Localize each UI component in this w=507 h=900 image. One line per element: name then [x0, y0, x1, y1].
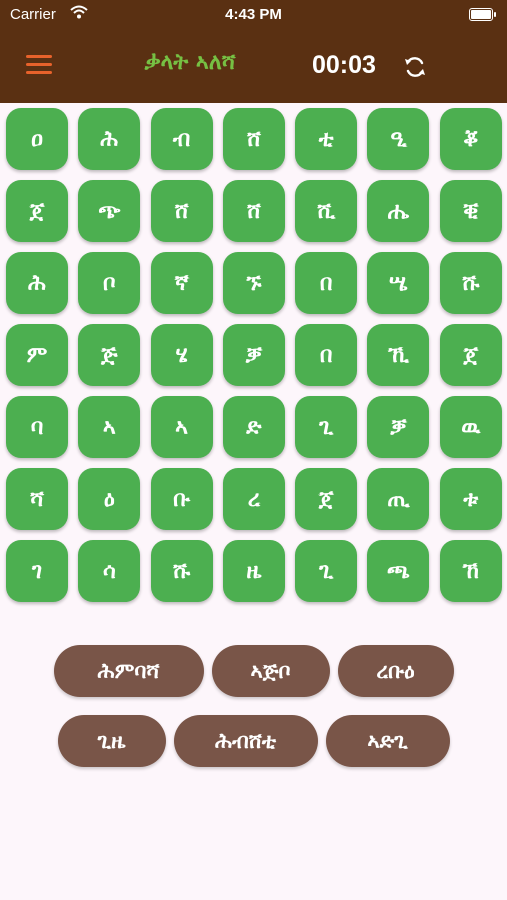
letter-tile[interactable]: ዐ — [6, 108, 68, 170]
battery-icon — [469, 8, 496, 21]
letter-tile[interactable]: ጀ — [439, 324, 502, 386]
letter-tile[interactable]: ባ — [6, 396, 68, 458]
letter-tile[interactable]: ዜ — [222, 540, 285, 602]
word-chip: ረቡዕ — [337, 645, 454, 697]
letter-tile[interactable]: ገ — [6, 540, 68, 602]
word-chip: ጊዜ — [57, 715, 166, 767]
letter-tile[interactable]: ሸ — [222, 180, 285, 242]
letter-tile[interactable]: ሤ — [367, 252, 430, 314]
letter-tile[interactable]: በ — [295, 252, 358, 314]
letter-tile[interactable]: ሕ — [6, 252, 68, 314]
letter-tile[interactable]: ሔ — [367, 180, 430, 242]
letter-tile[interactable]: ሸ — [150, 180, 213, 242]
letter-tile[interactable]: ኸ — [439, 540, 502, 602]
letter-tile[interactable]: ቒ — [439, 180, 502, 242]
letter-tile[interactable]: ቓ — [222, 324, 285, 386]
letter-tile[interactable]: ሸ — [222, 108, 285, 170]
word-chip: ኣድጊ — [325, 715, 450, 767]
letter-tile[interactable]: ሺ — [295, 180, 358, 242]
letter-tile[interactable]: ቱ — [439, 468, 502, 530]
letter-tile[interactable]: ጭ — [78, 180, 141, 242]
letter-tile[interactable]: ሹ — [439, 252, 502, 314]
letter-tile[interactable]: ብ — [150, 108, 213, 170]
refresh-icon[interactable] — [402, 54, 428, 80]
letter-tile[interactable]: ጅ — [78, 324, 141, 386]
app-title: ቃላት ኣለሻ — [144, 50, 236, 75]
letter-tile[interactable]: ኛ — [150, 252, 213, 314]
word-chip: ሕምባሻ — [53, 645, 204, 697]
letter-tile[interactable]: ረ — [222, 468, 285, 530]
letter-tile[interactable]: በ — [295, 324, 358, 386]
letter-tile[interactable]: ኣ — [78, 396, 141, 458]
letter-tile[interactable]: ድ — [222, 396, 285, 458]
app-header: ቃላት ኣለሻ 00:03 — [0, 30, 507, 103]
status-bar: Carrier 4:43 PM — [0, 0, 507, 30]
letter-tile[interactable]: ጀ — [6, 180, 68, 242]
letter-tile[interactable]: ሄ — [150, 324, 213, 386]
letter-tile[interactable]: ቡ — [150, 468, 213, 530]
word-chip: ኣጅቦ — [211, 645, 330, 697]
word-chip: ሕብሸቲ — [173, 715, 318, 767]
letter-tile[interactable]: ኙ — [222, 252, 285, 314]
letter-tile[interactable]: ጊ — [295, 396, 358, 458]
letter-tile[interactable]: ቲ — [295, 108, 358, 170]
letter-tile[interactable]: ቓ — [367, 396, 430, 458]
letter-tile[interactable]: ጫ — [367, 540, 430, 602]
letter-tile[interactable]: ጢ — [367, 468, 430, 530]
timer: 00:03 — [312, 51, 376, 79]
letter-tile[interactable]: ሻ — [6, 468, 68, 530]
letter-tile[interactable]: ቖ — [439, 108, 502, 170]
word-list-row-2: ጊዜ ሕብሸቲ ኣድጊ — [0, 715, 507, 767]
letter-tile[interactable]: ም — [6, 324, 68, 386]
status-time: 4:43 PM — [225, 6, 282, 23]
hamburger-menu-icon[interactable] — [26, 55, 52, 77]
letter-tile[interactable]: ሕ — [78, 108, 141, 170]
word-list-row-1: ሕምባሻ ኣጅቦ ረቡዕ — [0, 645, 507, 697]
letter-tile[interactable]: ጀ — [295, 468, 358, 530]
letter-tile[interactable]: ኺ — [367, 324, 430, 386]
letter-tile[interactable]: ቦ — [78, 252, 141, 314]
letter-tile[interactable]: ጊ — [295, 540, 358, 602]
letter-tile[interactable]: ዒ — [367, 108, 430, 170]
letter-tile[interactable]: ሳ — [78, 540, 141, 602]
letter-tile[interactable]: ዕ — [78, 468, 141, 530]
letter-tile[interactable]: ኣ — [150, 396, 213, 458]
letter-grid: ዐሕብሸቲዒቖጀጭሸሸሺሔቒሕቦኛኙበሤሹምጅሄቓበኺጀባኣኣድጊቓዉሻዕቡረጀ… — [6, 108, 502, 602]
letter-tile[interactable]: ዉ — [439, 396, 502, 458]
letter-tile[interactable]: ሹ — [150, 540, 213, 602]
